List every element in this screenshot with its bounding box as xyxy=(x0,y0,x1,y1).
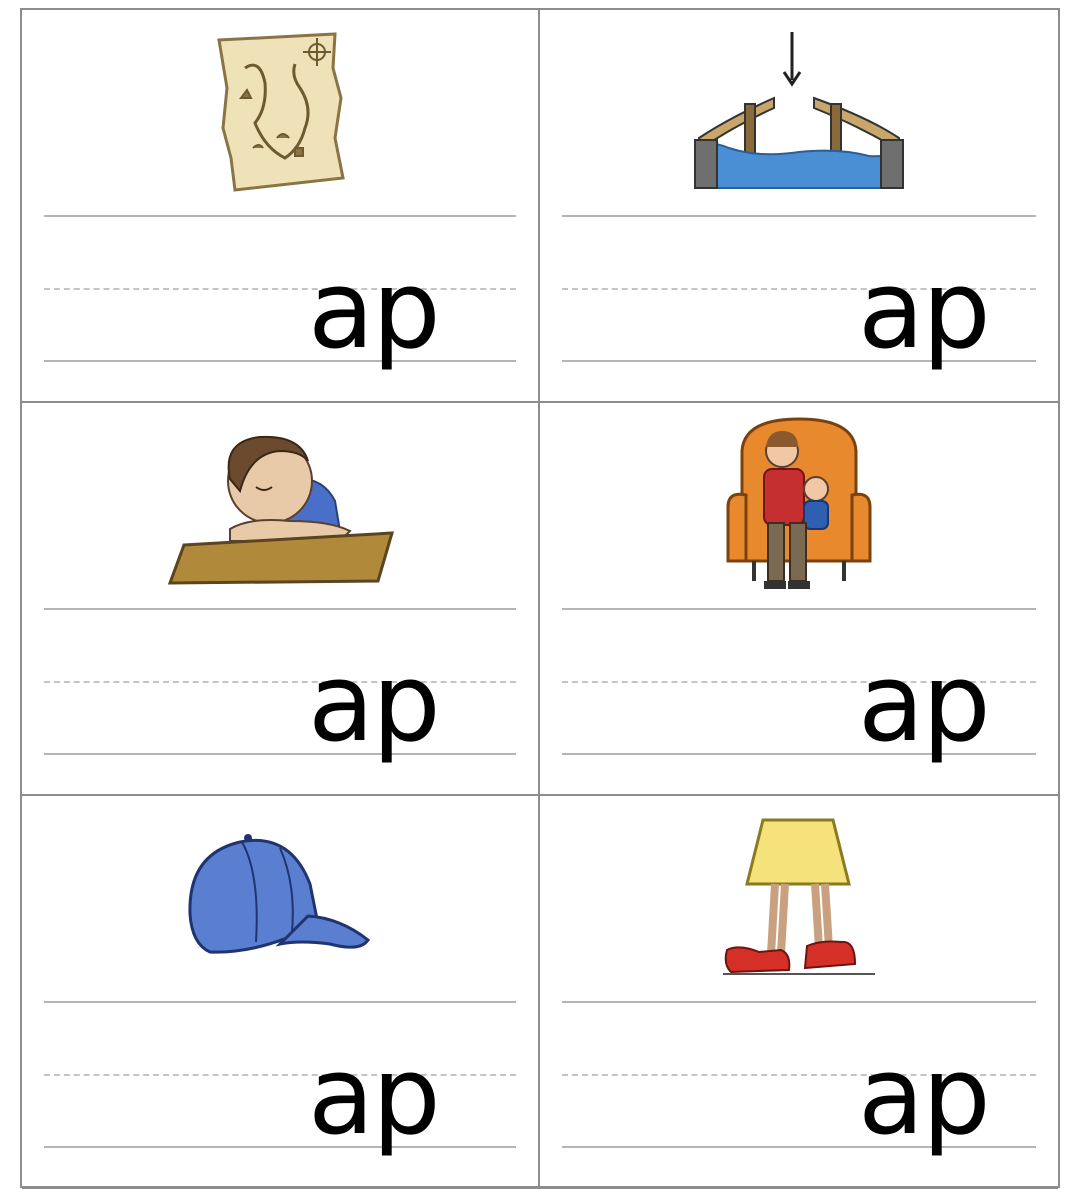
writing-line-baseline xyxy=(44,360,516,362)
word-ending: ap xyxy=(858,248,991,373)
word-card-gap: ap xyxy=(540,10,1058,403)
map-picture xyxy=(22,20,538,205)
word-card-map: ap xyxy=(22,10,540,403)
writing-line-baseline xyxy=(44,753,516,755)
phonics-worksheet: ap ap ap ap ap ap xyxy=(20,8,1060,1189)
writing-line-top xyxy=(44,215,516,217)
word-ending: ap xyxy=(858,1034,991,1159)
writing-line-midline xyxy=(44,681,516,683)
word-ending: ap xyxy=(308,248,441,373)
writing-line-top xyxy=(44,608,516,610)
cap-picture xyxy=(22,806,538,991)
drawbridge-icon xyxy=(694,31,904,189)
word-ending: ap xyxy=(858,641,991,766)
word-card-lap: ap xyxy=(540,403,1058,796)
treasure-map-icon xyxy=(217,31,345,192)
writing-line-baseline xyxy=(44,1146,516,1148)
word-card-shoes: ap xyxy=(540,796,1058,1189)
writing-line-top xyxy=(562,1001,1036,1003)
writing-line-midline xyxy=(44,288,516,290)
legs-and-shoes-icon xyxy=(723,818,875,975)
writing-line-top xyxy=(562,215,1036,217)
writing-line-top xyxy=(44,1001,516,1003)
sleeping-child-icon xyxy=(167,435,395,585)
word-card-cap: ap xyxy=(22,796,540,1189)
word-card-nap: ap xyxy=(22,403,540,796)
child-on-lap-icon xyxy=(726,416,872,589)
lap-picture xyxy=(540,413,1058,598)
word-ending: ap xyxy=(308,641,441,766)
nap-picture xyxy=(22,413,538,598)
shoes-picture xyxy=(540,806,1058,991)
word-ending: ap xyxy=(308,1034,441,1159)
writing-line-top xyxy=(562,608,1036,610)
gap-picture xyxy=(540,20,1058,205)
baseball-cap-icon xyxy=(188,833,371,954)
writing-line-midline xyxy=(44,1074,516,1076)
